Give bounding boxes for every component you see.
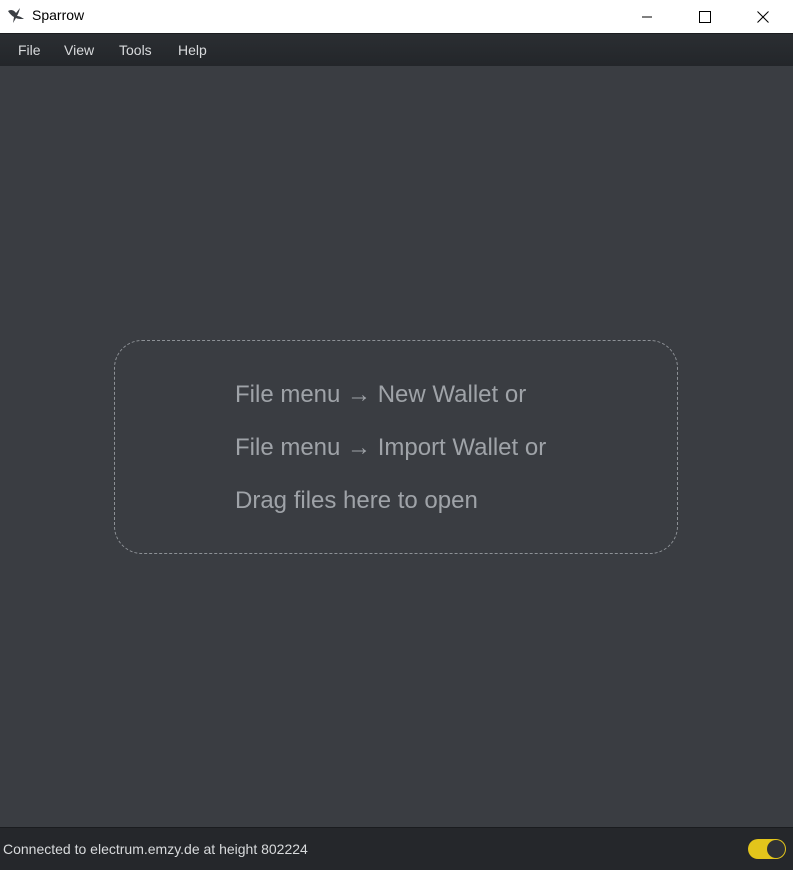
menu-help[interactable]: Help	[178, 42, 207, 58]
window-title: Sparrow	[32, 7, 85, 23]
file-drop-zone[interactable]: File menu → New Wallet or File menu → Im…	[114, 340, 678, 554]
menu-bar: File View Tools Help	[0, 33, 793, 66]
sparrow-bird-icon	[6, 5, 26, 25]
server-connection-toggle[interactable]	[748, 839, 786, 859]
close-icon	[757, 10, 769, 23]
hint-new-wallet: File menu → New Wallet or	[235, 381, 527, 408]
toggle-knob	[767, 840, 785, 858]
status-bar: Connected to electrum.emzy.de at height …	[0, 827, 793, 870]
maximize-button[interactable]	[676, 0, 734, 33]
menu-tools[interactable]: Tools	[119, 42, 152, 58]
hint-drag-files: Drag files here to open	[235, 487, 478, 514]
title-bar: Sparrow	[0, 0, 793, 33]
hint-import-wallet: File menu → Import Wallet or	[235, 434, 547, 461]
menu-view[interactable]: View	[64, 42, 94, 58]
minimize-button[interactable]	[618, 0, 676, 33]
maximize-icon	[699, 10, 711, 23]
minimize-icon	[642, 16, 652, 17]
menu-file[interactable]: File	[18, 42, 41, 58]
connection-status: Connected to electrum.emzy.de at height …	[3, 841, 308, 857]
app-window: Sparrow File View Tools Help File menu →…	[0, 0, 793, 870]
close-button[interactable]	[734, 0, 792, 33]
